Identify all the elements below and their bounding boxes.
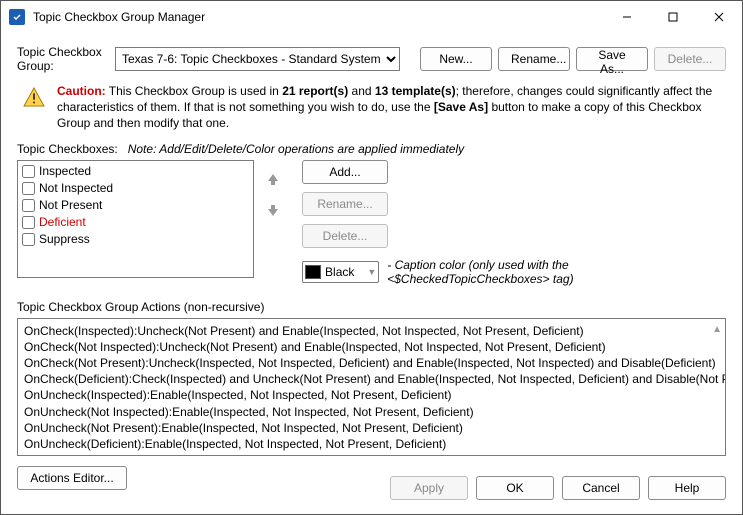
checkboxes-header-row: Topic Checkboxes: Note: Add/Edit/Delete/… [17, 142, 726, 156]
content-area: Topic Checkbox Group: Texas 7-6: Topic C… [1, 33, 742, 500]
caution-prefix: Caution: [57, 84, 106, 98]
chevron-down-icon: ▼ [367, 267, 376, 277]
actions-label: Topic Checkbox Group Actions (non-recurs… [17, 300, 726, 314]
delete-group-button: Delete... [654, 47, 726, 71]
list-item[interactable]: Deficient [22, 214, 249, 231]
window-title: Topic Checkbox Group Manager [33, 10, 205, 24]
rename-checkbox-button: Rename... [302, 192, 388, 216]
checkbox-right-panel: Add... Rename... Delete... Black ▼ - Cap… [302, 160, 726, 286]
list-item[interactable]: Suppress [22, 231, 249, 248]
actions-list[interactable]: ▲ OnCheck(Inspected):Uncheck(Not Present… [17, 318, 726, 456]
checkbox-icon[interactable] [22, 233, 35, 246]
list-item-label: Not Inspected [39, 181, 113, 195]
maximize-button[interactable] [650, 1, 696, 33]
list-item[interactable]: Not Inspected [22, 180, 249, 197]
color-caption-note: - Caption color (only used with the <$Ch… [387, 258, 726, 286]
app-icon [9, 9, 25, 25]
checkbox-icon[interactable] [22, 182, 35, 195]
delete-checkbox-button: Delete... [302, 224, 388, 248]
checkbox-list[interactable]: Inspected Not Inspected Not Present Deficie… [17, 160, 254, 278]
apply-button: Apply [390, 476, 468, 500]
close-button[interactable] [696, 1, 742, 33]
help-button[interactable]: Help [648, 476, 726, 500]
minimize-button[interactable] [604, 1, 650, 33]
action-line: OnCheck(Not Present):Uncheck(Inspected, … [24, 355, 719, 371]
rename-group-button[interactable]: Rename... [498, 47, 570, 71]
cancel-button[interactable]: Cancel [562, 476, 640, 500]
action-line: OnCheck(Not Inspected):Uncheck(Not Prese… [24, 339, 719, 355]
group-selector-row: Topic Checkbox Group: Texas 7-6: Topic C… [17, 45, 726, 73]
checkbox-side-buttons: Add... Rename... Delete... [302, 160, 726, 248]
checkboxes-label: Topic Checkboxes: [17, 142, 118, 156]
warning-icon [21, 83, 47, 109]
reorder-controls [260, 160, 286, 222]
checkboxes-note: Note: Add/Edit/Delete/Color operations a… [128, 142, 464, 156]
action-line: OnUncheck(Deficient):Enable(Inspected, N… [24, 436, 719, 452]
window-controls [604, 1, 742, 33]
list-item-label: Deficient [39, 215, 86, 229]
save-as-button[interactable]: Save As... [576, 47, 648, 71]
action-line: OnUncheck(Not Present):Enable(Inspected,… [24, 420, 719, 436]
move-down-button[interactable] [262, 200, 284, 222]
action-line: OnUncheck(Inspected):Enable(Inspected, N… [24, 387, 719, 403]
ok-button[interactable]: OK [476, 476, 554, 500]
color-select[interactable]: Black ▼ [302, 261, 379, 283]
list-item-label: Suppress [39, 232, 90, 246]
list-item[interactable]: Not Present [22, 197, 249, 214]
list-item-label: Inspected [39, 164, 91, 178]
new-button[interactable]: New... [420, 47, 492, 71]
action-line: OnCheck(Deficient):Check(Inspected) and … [24, 371, 719, 387]
color-row: Black ▼ - Caption color (only used with … [302, 258, 726, 286]
checkbox-icon[interactable] [22, 216, 35, 229]
group-label: Topic Checkbox Group: [17, 45, 109, 73]
action-line: OnCheck(Inspected):Uncheck(Not Present) … [24, 323, 719, 339]
checkbox-area: Inspected Not Inspected Not Present Deficie… [17, 160, 726, 286]
action-line: OnUncheck(Not Inspected):Enable(Inspecte… [24, 404, 719, 420]
color-swatch-icon [305, 265, 321, 279]
caution-box: Caution: This Checkbox Group is used in … [17, 81, 726, 142]
scroll-up-icon: ▲ [712, 323, 722, 337]
move-up-button[interactable] [262, 168, 284, 190]
title-bar: Topic Checkbox Group Manager [1, 1, 742, 33]
list-item-label: Not Present [39, 198, 102, 212]
add-checkbox-button[interactable]: Add... [302, 160, 388, 184]
footer-buttons: Apply OK Cancel Help [1, 466, 742, 514]
group-select[interactable]: Texas 7-6: Topic Checkboxes - Standard S… [115, 47, 400, 71]
checkbox-icon[interactable] [22, 165, 35, 178]
window: Topic Checkbox Group Manager Topic Check… [0, 0, 743, 515]
checkbox-icon[interactable] [22, 199, 35, 212]
caution-text: Caution: This Checkbox Group is used in … [57, 83, 726, 132]
color-name: Black [325, 265, 367, 279]
list-item[interactable]: Inspected [22, 163, 249, 180]
